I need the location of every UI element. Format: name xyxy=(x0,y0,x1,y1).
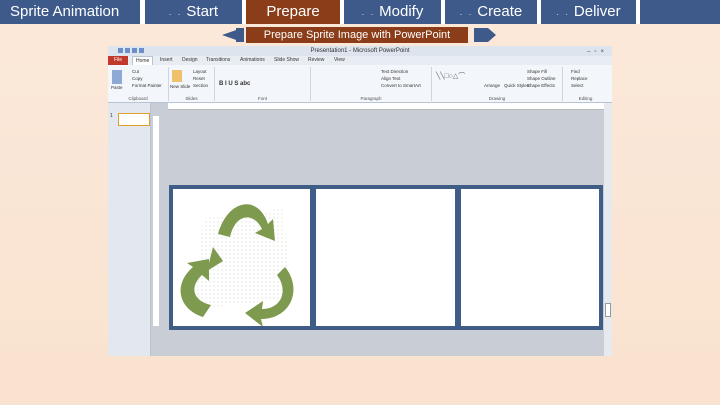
subnav-current-step: Prepare Sprite Image with PowerPoint xyxy=(246,27,468,43)
copy-label[interactable]: Copy xyxy=(132,76,143,81)
tab-deliver[interactable]: . . Deliver xyxy=(541,0,636,24)
scrollbar-thumb[interactable] xyxy=(605,303,611,317)
ribbon-tab-animations[interactable]: Animations xyxy=(240,57,265,63)
new-slide-label: New Slide xyxy=(170,84,191,89)
tab-create-label: Create xyxy=(477,3,523,20)
vertical-ruler xyxy=(153,116,159,326)
find-label[interactable]: Find xyxy=(571,69,580,74)
slide-thumbnail[interactable] xyxy=(118,113,150,126)
shape-outline-label[interactable]: Shape Outline xyxy=(527,76,556,81)
tab-modify[interactable]: . . Modify xyxy=(344,0,441,24)
arrange-label[interactable]: Arrange xyxy=(484,83,500,88)
layout-label[interactable]: Layout xyxy=(193,69,207,74)
group-editing: Find Replace Select Editing xyxy=(563,67,608,101)
replace-label[interactable]: Replace xyxy=(571,76,588,81)
sprite-slide[interactable] xyxy=(169,185,603,330)
tab-dots-icon: . . xyxy=(361,7,376,18)
tab-start[interactable]: . . Start xyxy=(145,0,242,24)
font-format-buttons[interactable]: B I U S abc xyxy=(219,81,250,87)
tab-dots-icon: . . xyxy=(556,7,570,18)
top-navigation: Sprite Animation . . Start Prepare . . Mod… xyxy=(0,0,720,24)
subnav-left-bar xyxy=(236,28,244,42)
ribbon-tab-file[interactable]: File xyxy=(108,56,128,65)
group-label-font: Font xyxy=(257,96,267,101)
quick-access-toolbar[interactable] xyxy=(112,47,152,55)
slide-thumbnail-pane: 1 xyxy=(108,103,151,356)
format-painter-label[interactable]: Format Painter xyxy=(132,83,162,88)
text-direction-label[interactable]: Text Direction xyxy=(381,69,408,74)
group-label-clipboard: Clipboard xyxy=(128,96,148,101)
ribbon-tab-home[interactable]: Home xyxy=(132,56,154,65)
ribbon-tab-insert[interactable]: Insert xyxy=(160,57,173,63)
cut-label[interactable]: Cut xyxy=(132,69,139,74)
ppt-title-bar: Presentation1 - Microsoft PowerPoint –▫× xyxy=(108,46,612,56)
horizontal-ruler xyxy=(168,103,608,110)
tab-create[interactable]: . . Create xyxy=(445,0,537,24)
ribbon-tab-view[interactable]: View xyxy=(334,57,345,63)
sprite-frame-2[interactable] xyxy=(316,189,455,326)
tab-modify-label: Modify xyxy=(379,3,424,20)
group-drawing: ╲╲□○△⌒ Arrange Quick Styles Shape Fill S… xyxy=(432,67,563,101)
tab-prepare[interactable]: Prepare xyxy=(246,0,340,24)
group-label-editing: Editing xyxy=(578,96,593,101)
reset-label[interactable]: Reset xyxy=(193,76,205,81)
shapes-gallery-icon[interactable]: ╲╲□○△⌒ xyxy=(436,71,465,81)
ribbon-tab-review[interactable]: Review xyxy=(308,57,324,63)
select-label[interactable]: Select xyxy=(571,83,584,88)
ribbon: Paste Cut Copy Format Painter Clipboard … xyxy=(108,65,612,103)
ribbon-tab-slide-show[interactable]: Slide Show xyxy=(274,57,299,63)
align-text-label[interactable]: Align Text xyxy=(381,76,400,81)
tab-prepare-label: Prepare xyxy=(266,3,320,20)
paste-label: Paste xyxy=(111,85,123,90)
vertical-scrollbar[interactable] xyxy=(604,103,612,356)
quick-styles-label[interactable]: Quick Styles xyxy=(504,83,529,88)
group-label-paragraph: Paragraph xyxy=(360,96,382,101)
subnav-right-bar xyxy=(474,28,488,42)
ribbon-tab-design[interactable]: Design xyxy=(182,57,198,63)
shape-effects-label[interactable]: Shape Effects xyxy=(527,83,555,88)
subnav-forward-arrow-icon[interactable] xyxy=(488,28,496,42)
app-title: Sprite Animation xyxy=(0,0,140,24)
tab-dots-icon: . . xyxy=(459,7,474,18)
sprite-frame-1[interactable] xyxy=(173,189,310,327)
group-label-drawing: Drawing xyxy=(488,96,506,101)
app-title-text: Sprite Animation xyxy=(10,3,120,20)
recycle-icon xyxy=(180,204,294,327)
new-slide-icon[interactable] xyxy=(172,70,182,82)
group-clipboard: Paste Cut Copy Format Painter Clipboard xyxy=(108,67,169,101)
smartart-label[interactable]: Convert to SmartArt xyxy=(381,83,421,88)
section-label[interactable]: Section xyxy=(193,83,208,88)
tab-deliver-label: Deliver xyxy=(573,3,621,20)
sprite-frame-3[interactable] xyxy=(461,189,599,326)
tab-start-label: Start xyxy=(186,3,219,20)
ribbon-tab-transitions[interactable]: Transitions xyxy=(206,57,230,63)
ribbon-tabs: File Home Insert Design Transitions Anim… xyxy=(108,56,612,65)
thumbnail-number: 1 xyxy=(110,113,113,119)
shape-fill-label[interactable]: Shape Fill xyxy=(527,69,547,74)
group-slides: New Slide Layout Reset Section Slides xyxy=(169,67,215,101)
group-paragraph: Text Direction Align Text Convert to Sma… xyxy=(311,67,432,101)
ppt-window-title: Presentation1 - Microsoft PowerPoint xyxy=(310,48,410,54)
group-font: B I U S abc Font xyxy=(215,67,311,101)
group-label-slides: Slides xyxy=(185,96,198,101)
tab-dots-icon: . . xyxy=(168,7,183,18)
tab-empty xyxy=(640,0,720,24)
paste-icon[interactable] xyxy=(112,70,122,84)
